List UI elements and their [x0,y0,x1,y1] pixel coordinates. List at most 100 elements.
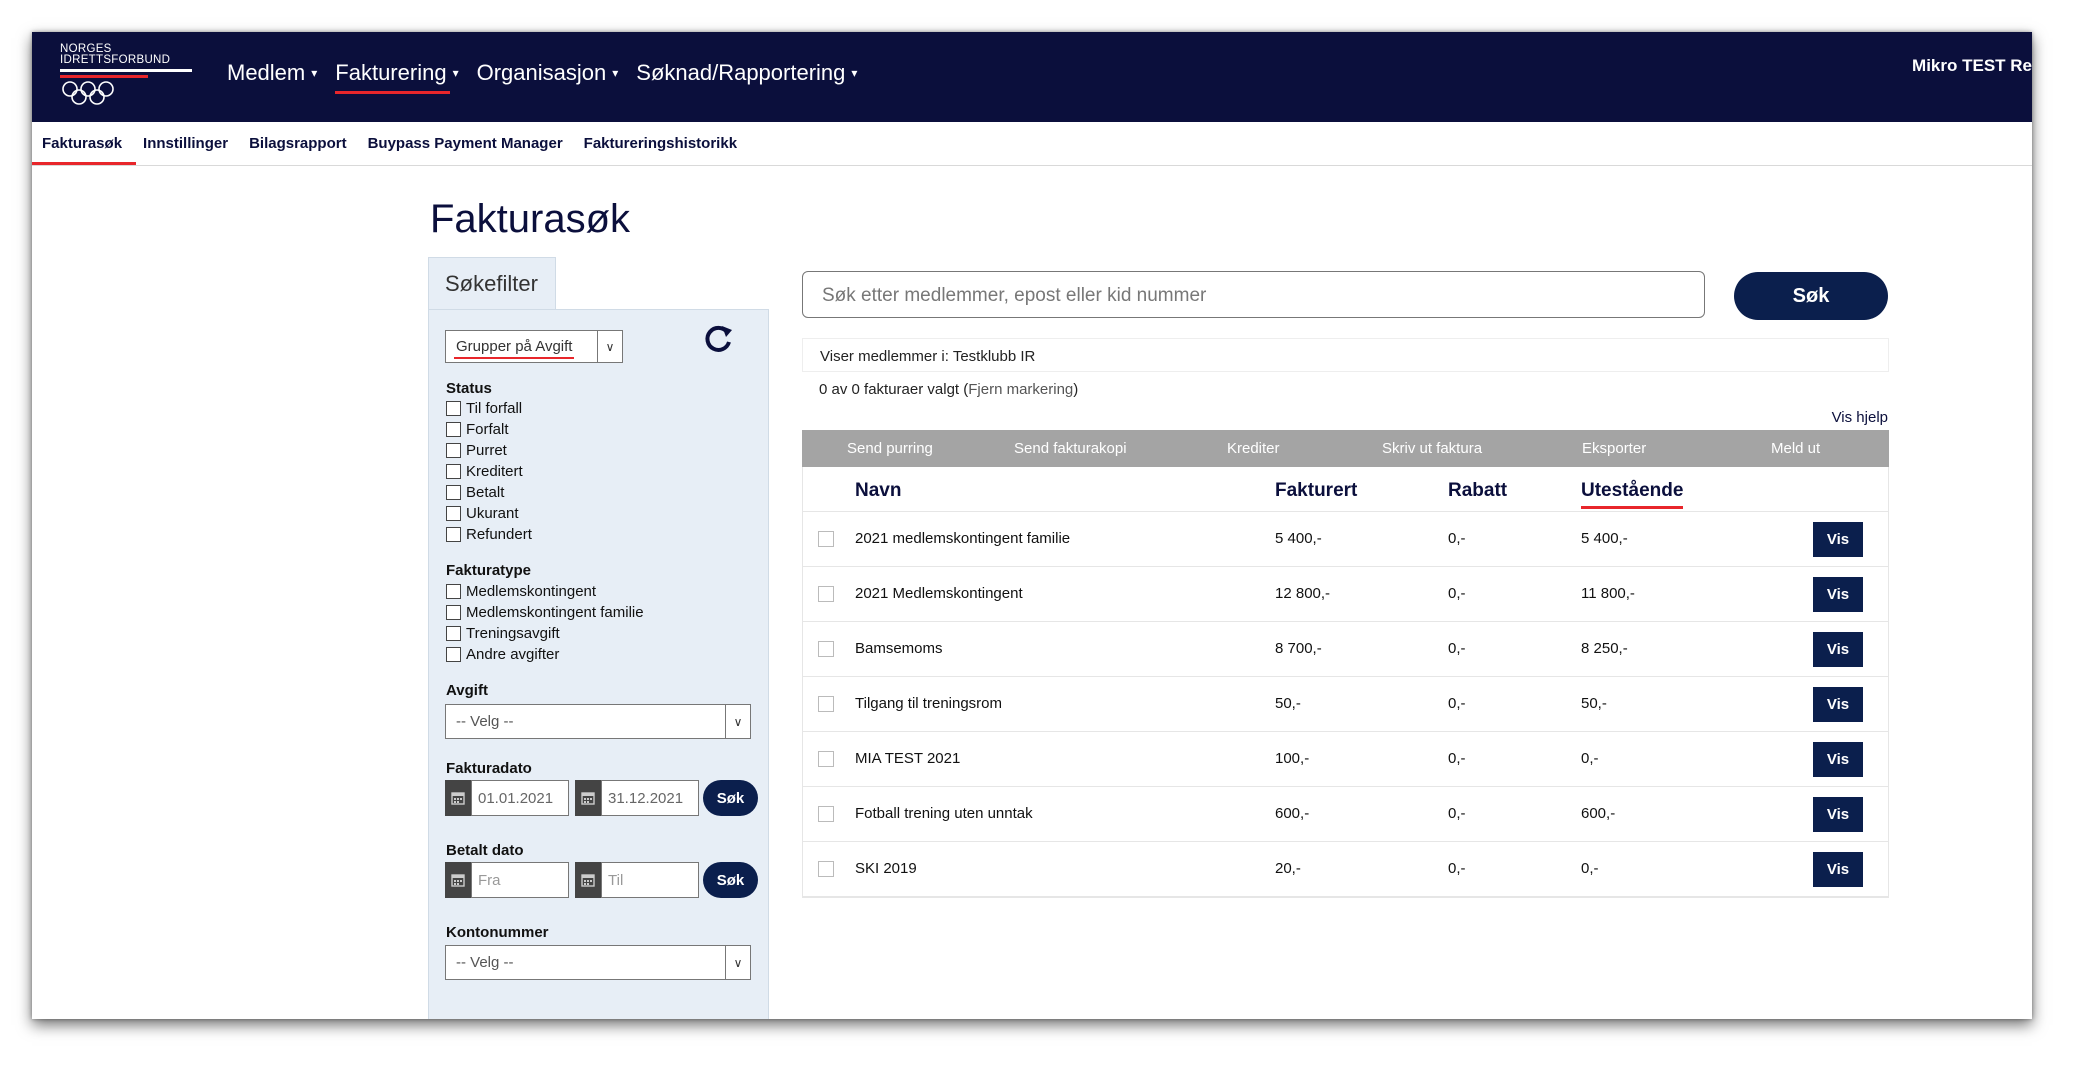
fakturadato-search-button[interactable]: Søk [703,780,758,816]
column-header-discount[interactable]: Rabatt [1448,480,1507,502]
checkbox[interactable] [446,647,461,662]
view-button[interactable]: Vis [1813,632,1863,667]
fakturadato-to[interactable]: 31.12.2021 [575,780,699,816]
user-menu[interactable]: Mikro TEST Re [1912,56,2032,76]
menu-medlem[interactable]: Medlem ▾ [227,60,317,94]
print-invoice-action[interactable]: Skriv ut faktura [1382,440,1482,457]
nif-logo[interactable]: NORGES IDRETTSFORBUND [60,43,192,110]
cell-outstanding: 0,- [1581,750,1599,767]
calendar-icon[interactable] [445,862,471,898]
betalt-to[interactable]: Til [575,862,699,898]
send-invoice-copy-action[interactable]: Send fakturakopi [1014,440,1127,457]
cell-discount: 0,- [1448,750,1466,767]
view-button[interactable]: Vis [1813,522,1863,557]
betalt-to-input[interactable]: Til [601,862,699,898]
checkbox[interactable] [446,401,461,416]
row-checkbox[interactable] [818,531,834,547]
status-option[interactable]: Forfalt [446,421,509,438]
group-by-select[interactable]: Grupper på Avgift ∨ [445,330,623,363]
checkbox-label: Andre avgifter [466,646,560,663]
view-button[interactable]: Vis [1813,742,1863,777]
refresh-icon[interactable] [701,322,735,358]
menu-label: Organisasjon [476,60,607,85]
status-option[interactable]: Ukurant [446,505,519,522]
calendar-icon[interactable] [445,780,471,816]
fakturatype-option[interactable]: Medlemskontingent familie [446,604,644,621]
olympic-rings-icon [62,81,114,105]
checkbox-label: Ukurant [466,505,519,522]
credit-action[interactable]: Krediter [1227,440,1280,457]
table-row: Bamsemoms 8 700,- 0,- 8 250,- Vis [803,622,1888,677]
fakturadato-from[interactable]: 01.01.2021 [445,780,569,816]
fakturatype-heading: Fakturatype [446,562,532,579]
row-checkbox[interactable] [818,641,834,657]
search-input[interactable]: Søk etter medlemmer, epost eller kid num… [802,271,1705,318]
betalt-from-input[interactable]: Fra [471,862,569,898]
column-header-outstanding[interactable]: Utestående [1581,480,1684,509]
selected-count-text: 0 av 0 fakturaer valgt ( [819,381,969,398]
checkbox[interactable] [446,464,461,479]
status-heading: Status [446,380,492,397]
row-checkbox[interactable] [818,696,834,712]
row-checkbox[interactable] [818,751,834,767]
column-header-invoiced[interactable]: Fakturert [1275,480,1357,502]
view-button[interactable]: Vis [1813,797,1863,832]
status-option[interactable]: Kreditert [446,463,523,480]
clear-selection-link[interactable]: Fjern markering [968,381,1073,398]
checkbox[interactable] [446,626,461,641]
row-checkbox[interactable] [818,586,834,602]
status-option[interactable]: Til forfall [446,400,522,417]
calendar-icon[interactable] [575,862,601,898]
row-checkbox[interactable] [818,806,834,822]
checkbox[interactable] [446,506,461,521]
menu-soknad-rapportering[interactable]: Søknad/Rapportering ▾ [636,60,857,94]
status-option[interactable]: Refundert [446,526,532,543]
view-button[interactable]: Vis [1813,577,1863,612]
betalt-search-button[interactable]: Søk [703,862,758,898]
calendar-icon[interactable] [575,780,601,816]
view-button[interactable]: Vis [1813,852,1863,887]
tab-bilagsrapport[interactable]: Bilagsrapport [249,127,347,160]
menu-fakturering[interactable]: Fakturering ▾ [335,60,459,94]
table-row: Fotball trening uten unntak 600,- 0,- 60… [803,787,1888,842]
top-navbar: NORGES IDRETTSFORBUND Medlem ▾ Fakturerin… [32,32,2032,122]
fakturatype-option[interactable]: Andre avgifter [446,646,559,663]
checkbox[interactable] [446,485,461,500]
export-action[interactable]: Eksporter [1582,440,1646,457]
menu-organisasjon[interactable]: Organisasjon ▾ [477,60,619,94]
avgift-select[interactable]: -- Velg -- ∨ [445,704,751,739]
checkbox[interactable] [446,443,461,458]
filter-tab[interactable]: Søkefilter [428,257,556,310]
fakturadato-to-input[interactable]: 31.12.2021 [601,780,699,816]
checkbox-label: Medlemskontingent [466,583,597,600]
row-checkbox[interactable] [818,861,834,877]
tab-faktureringshistorikk[interactable]: Faktureringshistorikk [584,127,737,160]
unsubscribe-action[interactable]: Meld ut [1771,440,1820,457]
caret-down-icon: ▾ [851,66,858,80]
checkbox[interactable] [446,527,461,542]
fakturatype-option[interactable]: Medlemskontingent [446,583,596,600]
cell-outstanding: 0,- [1581,860,1599,877]
kontonummer-select[interactable]: -- Velg -- ∨ [445,945,751,980]
status-option[interactable]: Betalt [446,484,504,501]
view-button[interactable]: Vis [1813,687,1863,722]
checkbox[interactable] [446,584,461,599]
tab-innstillinger[interactable]: Innstillinger [143,127,228,160]
cell-name: Bamsemoms [855,640,943,657]
checkbox[interactable] [446,422,461,437]
help-link[interactable]: Vis hjelp [1832,409,1888,426]
send-reminder-action[interactable]: Send purring [847,440,933,457]
checkbox-label: Til forfall [466,400,523,417]
fakturadato-from-input[interactable]: 01.01.2021 [471,780,569,816]
checkbox[interactable] [446,605,461,620]
betalt-from[interactable]: Fra [445,862,569,898]
logo-line-red [60,75,148,78]
fakturatype-option[interactable]: Treningsavgift [446,625,560,642]
search-button[interactable]: Søk [1734,272,1888,320]
cell-outstanding: 8 250,- [1581,640,1628,657]
tab-fakturasok[interactable]: Fakturasøk [32,127,137,165]
tab-buypass-payment-manager[interactable]: Buypass Payment Manager [368,127,563,160]
logo-line [60,69,192,72]
column-header-name[interactable]: Navn [855,480,901,502]
status-option[interactable]: Purret [446,442,507,459]
